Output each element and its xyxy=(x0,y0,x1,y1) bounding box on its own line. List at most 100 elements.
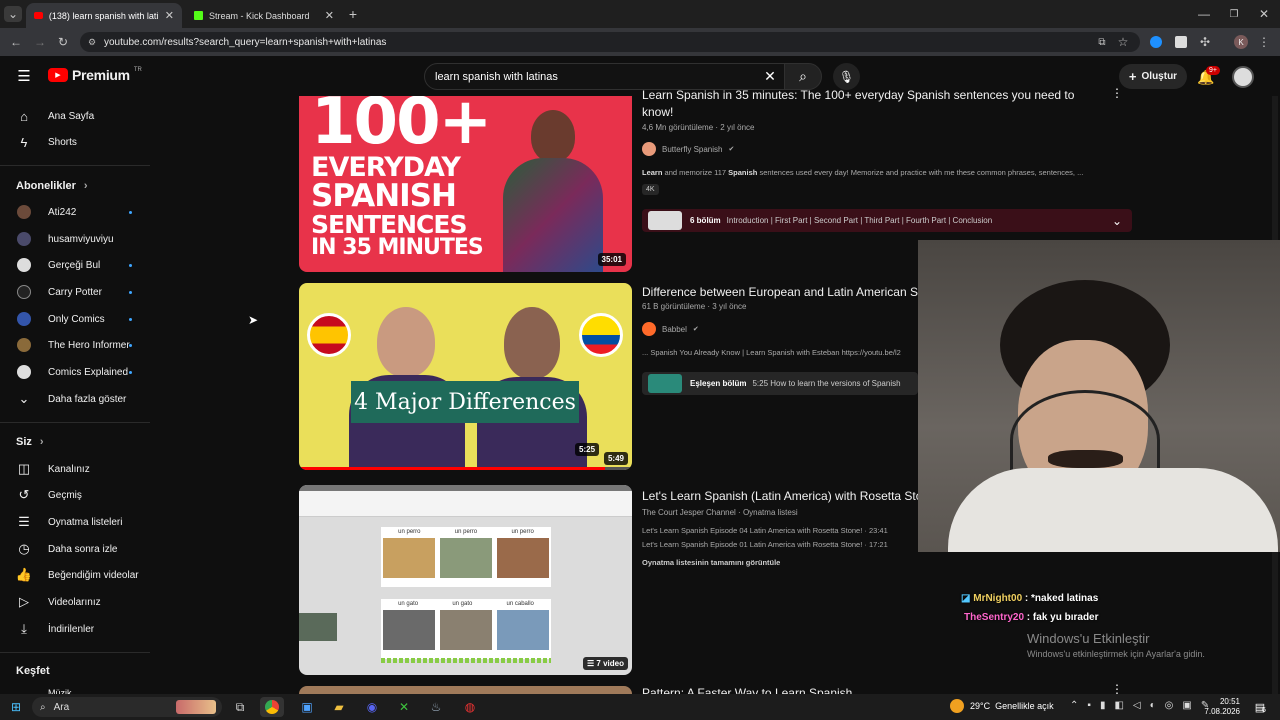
upload-age: 2 yıl önce xyxy=(720,123,755,132)
sidebar-item-downloads[interactable]: ⤓ İndirilenler xyxy=(0,616,150,642)
video-thumbnail[interactable]: 100+ EVERYDAY SPANISH SENTENCES IN 35 MI… xyxy=(299,96,632,272)
video-title[interactable]: Difference between European and Latin Am… xyxy=(642,284,918,301)
chapters-bar[interactable]: 6 bölüm Introduction | First Part | Seco… xyxy=(642,209,1132,232)
obs-icon[interactable]: ◍ xyxy=(458,697,482,717)
sidebar-item-home[interactable]: ⌂ Ana Sayfa xyxy=(0,103,150,129)
account-avatar[interactable] xyxy=(1232,66,1254,88)
tab-kick[interactable]: Stream - Kick Dashboard ✕ xyxy=(186,3,342,28)
reload-icon[interactable]: ↻ xyxy=(55,34,71,50)
matching-chapter[interactable]: Eşleşen bölüm 5:25 How to learn the vers… xyxy=(642,372,918,395)
sidebar-item-your-videos[interactable]: ▷ Videolarınız xyxy=(0,589,150,615)
tray-app-icon: ▣ xyxy=(1182,700,1192,711)
bookmark-star-icon[interactable]: ☆ xyxy=(1116,35,1130,49)
window-close-icon[interactable]: ✕ xyxy=(1256,6,1272,22)
tab-youtube[interactable]: (138) learn spanish with latinas ✕ xyxy=(26,3,182,28)
channel-link[interactable]: Butterfly Spanish ✔ xyxy=(642,142,734,156)
sidebar-item-sub[interactable]: Gerçeği Bul xyxy=(0,252,150,278)
sidebar-item-history[interactable]: ↺ Geçmiş xyxy=(0,482,150,508)
extension-icon[interactable] xyxy=(1150,36,1162,48)
xbox-icon[interactable]: ✕ xyxy=(392,697,416,717)
more-actions-icon[interactable]: ⋮ xyxy=(1111,682,1123,696)
chat-text: *naked latinas xyxy=(1031,593,1099,604)
video-duration: 5:49 xyxy=(603,452,628,465)
restore-icon[interactable]: ❐ xyxy=(1226,6,1242,22)
sidebar-item-channel[interactable]: ◫ Kanalınız xyxy=(0,456,150,482)
lesson-word: un gato xyxy=(398,601,419,607)
install-app-icon[interactable]: ⧉ xyxy=(1095,35,1109,49)
clear-search-icon[interactable]: ✕ xyxy=(762,68,778,84)
task-view-icon[interactable]: ⧉ xyxy=(228,697,252,717)
sidebar-item-liked[interactable]: 👍 Beğendiğim videolar xyxy=(0,562,150,588)
steam-icon[interactable]: ♨ xyxy=(424,697,448,717)
close-tab-icon[interactable]: ✕ xyxy=(165,9,174,22)
minimize-icon[interactable]: — xyxy=(1196,6,1212,22)
discord-icon[interactable]: ◉ xyxy=(360,697,384,717)
progress-track xyxy=(299,467,632,470)
sidebar-show-more[interactable]: ⌄ Daha fazla göster xyxy=(0,386,150,412)
browser-menu-icon[interactable]: ⋮ xyxy=(1258,35,1270,49)
system-tray[interactable]: ⌃ ▪ ▮ ◧ ◁ ◐ ◎ ▣ ✎ xyxy=(1070,700,1209,711)
address-bar[interactable]: ⚙ youtube.com/results?search_query=learn… xyxy=(80,32,1140,52)
channel-avatar xyxy=(642,142,656,156)
you-header[interactable]: Siz › xyxy=(16,436,44,448)
app-taskbar-icon[interactable]: ▣ xyxy=(295,697,319,717)
notification-center-icon[interactable]: ▤ xyxy=(1248,697,1272,717)
desc-text: sentences used every day! Memorize and p… xyxy=(757,168,1084,177)
clock[interactable]: 20:51 7.08.2026 xyxy=(1198,697,1240,717)
playlist-item[interactable]: Let's Learn Spanish Episode 01 Latin Ame… xyxy=(642,540,888,549)
subscriptions-header[interactable]: Abonelikler › xyxy=(16,180,88,192)
person-figure xyxy=(504,307,560,379)
tab-search-icon[interactable]: ⌄ xyxy=(4,6,22,22)
view-full-playlist-link[interactable]: Oynatma listesinin tamamını görüntüle xyxy=(642,558,780,567)
view-count: 61 B görüntüleme xyxy=(642,302,706,311)
sidebar-item-shorts[interactable]: ϟ Shorts xyxy=(0,129,150,155)
chrome-taskbar-icon[interactable] xyxy=(260,697,284,717)
search-button[interactable]: ⌕ xyxy=(784,63,822,90)
search-input[interactable]: learn spanish with latinas xyxy=(424,63,786,90)
back-icon[interactable]: ← xyxy=(8,34,24,50)
spain-flag-icon xyxy=(307,313,351,357)
sidebar-item-sub[interactable]: Only Comics xyxy=(0,306,150,332)
forward-icon[interactable]: → xyxy=(32,34,48,50)
site-info-icon[interactable]: ⚙ xyxy=(88,37,96,48)
video-title[interactable]: Pattern: A Faster Way to Learn Spanish xyxy=(642,686,852,694)
more-actions-icon[interactable]: ⋮ xyxy=(1111,86,1123,100)
close-tab-icon[interactable]: ✕ xyxy=(325,9,334,22)
country-code: TR xyxy=(133,67,142,73)
playlist-title[interactable]: Let's Learn Spanish (Latin America) with… xyxy=(642,488,918,505)
new-tab-icon[interactable]: + xyxy=(346,6,360,22)
you-title: Siz xyxy=(16,436,32,448)
extensions-puzzle-icon[interactable]: ✣ xyxy=(1198,35,1212,49)
voice-search-button[interactable]: 🎙 xyxy=(833,63,860,90)
logo-text: Premium xyxy=(72,67,130,83)
channel-name[interactable]: The Court Jesper Channel xyxy=(642,508,736,517)
video-thumbnail[interactable] xyxy=(299,686,632,694)
webcam-inset xyxy=(299,613,337,641)
weather-widget[interactable]: 29°C Genellikle açık xyxy=(970,701,1054,711)
hamburger-menu-icon[interactable]: ☰ xyxy=(16,68,32,85)
profile-avatar[interactable]: K xyxy=(1234,35,1248,49)
sidebar-item-sub[interactable]: husamviyuviyu xyxy=(0,226,150,252)
windows-start-icon[interactable]: ⊞ xyxy=(4,697,28,717)
sidebar-item-label: Daha sonra izle xyxy=(48,543,118,555)
video-thumbnail[interactable]: 4 Major Differences 5:25 5:49 xyxy=(299,283,632,470)
streamer-shirt xyxy=(948,468,1278,552)
video-title[interactable]: Learn Spanish in 35 minutes: The 100+ ev… xyxy=(642,87,1082,121)
playlist-count-text: 7 video xyxy=(596,659,624,668)
new-content-dot xyxy=(129,263,132,267)
sidebar-item-sub[interactable]: Ati242 xyxy=(0,199,150,225)
file-explorer-icon[interactable]: ▰ xyxy=(327,697,351,717)
create-button[interactable]: + Oluştur xyxy=(1119,64,1187,89)
channel-link[interactable]: Babbel ✔ xyxy=(642,322,699,336)
your-videos-icon: ▷ xyxy=(19,594,29,609)
sidebar-item-watch-later[interactable]: ◷ Daha sonra izle xyxy=(0,536,150,562)
sidebar-item-playlists[interactable]: ☰ Oynatma listeleri xyxy=(0,509,150,535)
youtube-logo[interactable]: ▶ Premium TR xyxy=(48,67,142,83)
sidebar-item-sub[interactable]: The Hero Informer xyxy=(0,332,150,358)
playlist-item[interactable]: Let's Learn Spanish Episode 04 Latin Ame… xyxy=(642,526,888,535)
taskbar-search[interactable]: ⌕ Ara xyxy=(32,697,222,717)
sidebar-item-sub[interactable]: Comics Explained xyxy=(0,359,150,385)
playlist-thumbnail[interactable]: un perro un perro un perro un gato un ga… xyxy=(299,485,632,675)
extension-icon[interactable] xyxy=(1175,36,1187,48)
sidebar-item-sub[interactable]: Carry Potter xyxy=(0,279,150,305)
